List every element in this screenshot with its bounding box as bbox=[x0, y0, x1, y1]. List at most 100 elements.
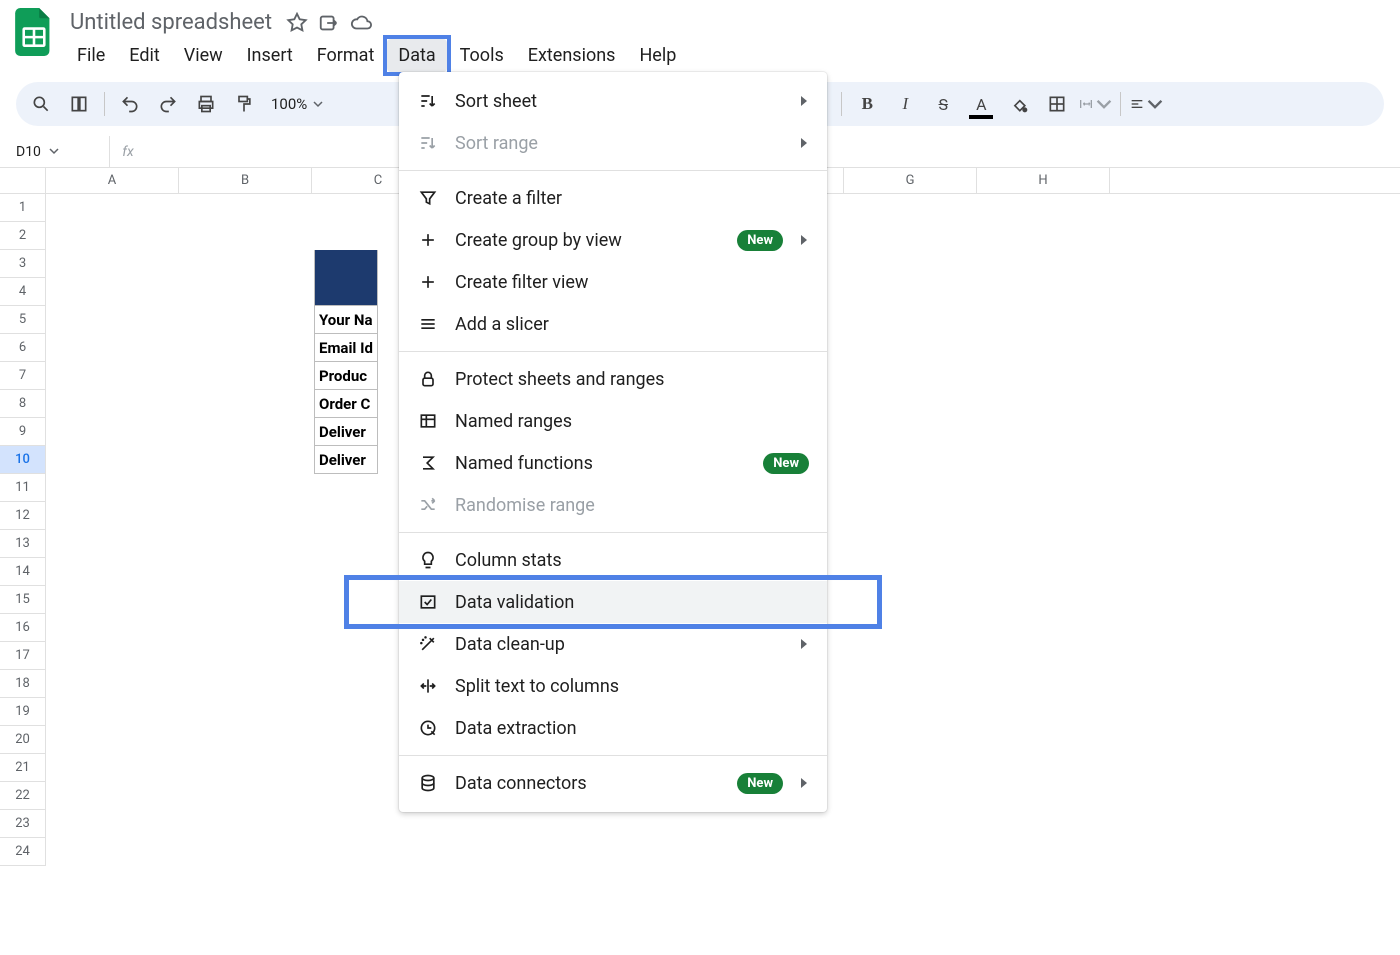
row-header-11[interactable]: 11 bbox=[0, 474, 46, 502]
undo-button[interactable] bbox=[113, 88, 147, 120]
menu-item-data-validation[interactable]: Data validation bbox=[399, 581, 827, 623]
italic-button[interactable]: I bbox=[888, 88, 922, 120]
star-icon[interactable] bbox=[286, 12, 308, 34]
menu-item-data-extraction[interactable]: Data extraction bbox=[399, 707, 827, 749]
embedded-table: Your NaEmail IdProducOrder CDeliverDeliv… bbox=[314, 250, 378, 474]
menu-item-label: Create filter view bbox=[455, 272, 809, 293]
row-headers[interactable]: 123456789101112131415161718192021222324 bbox=[0, 194, 46, 866]
extract-icon bbox=[417, 717, 439, 739]
horizontal-align-button[interactable] bbox=[1129, 88, 1163, 120]
table-row: Deliver bbox=[315, 417, 377, 445]
menu-view[interactable]: View bbox=[173, 39, 234, 72]
menu-item-label: Sort range bbox=[455, 133, 783, 154]
menu-item-create-group-by-view[interactable]: Create group by viewNew bbox=[399, 219, 827, 261]
row-header-5[interactable]: 5 bbox=[0, 306, 46, 334]
menu-item-add-a-slicer[interactable]: Add a slicer bbox=[399, 303, 827, 345]
table-row: Order C bbox=[315, 389, 377, 417]
menus-icon[interactable] bbox=[62, 88, 96, 120]
doc-title[interactable]: Untitled spreadsheet bbox=[66, 8, 276, 37]
row-header-22[interactable]: 22 bbox=[0, 782, 46, 810]
row-header-21[interactable]: 21 bbox=[0, 754, 46, 782]
row-header-14[interactable]: 14 bbox=[0, 558, 46, 586]
name-box[interactable]: D10 bbox=[0, 136, 110, 167]
table-row: Email Id bbox=[315, 333, 377, 361]
paint-format-button[interactable] bbox=[227, 88, 261, 120]
row-header-3[interactable]: 3 bbox=[0, 250, 46, 278]
menu-item-data-clean-up[interactable]: Data clean-up bbox=[399, 623, 827, 665]
row-header-10[interactable]: 10 bbox=[0, 446, 46, 474]
lock-icon bbox=[417, 368, 439, 390]
menu-item-data-connectors[interactable]: Data connectors New bbox=[399, 762, 827, 804]
menu-item-label: Split text to columns bbox=[455, 676, 809, 697]
row-header-15[interactable]: 15 bbox=[0, 586, 46, 614]
search-icon[interactable] bbox=[24, 88, 58, 120]
menu-item-label: Randomise range bbox=[455, 495, 809, 516]
menu-item-label: Data connectors bbox=[455, 773, 721, 794]
cloud-status-icon[interactable] bbox=[350, 12, 372, 34]
col-header-H[interactable]: H bbox=[977, 168, 1110, 193]
named-ranges-icon bbox=[417, 410, 439, 432]
col-header-B[interactable]: B bbox=[179, 168, 312, 193]
menu-file[interactable]: File bbox=[66, 39, 116, 72]
menu-item-named-functions[interactable]: Named functionsNew bbox=[399, 442, 827, 484]
row-header-8[interactable]: 8 bbox=[0, 390, 46, 418]
menubar: FileEditViewInsertFormatDataToolsExtensi… bbox=[66, 39, 1386, 72]
slicer-icon bbox=[417, 313, 439, 335]
cleanup-icon bbox=[417, 633, 439, 655]
row-header-2[interactable]: 2 bbox=[0, 222, 46, 250]
menu-item-named-ranges[interactable]: Named ranges bbox=[399, 400, 827, 442]
merge-cells-button[interactable] bbox=[1078, 88, 1112, 120]
db-icon bbox=[417, 772, 439, 794]
zoom-select[interactable]: 100% bbox=[265, 95, 329, 113]
menu-extensions[interactable]: Extensions bbox=[517, 39, 627, 72]
menu-data[interactable]: Data bbox=[387, 39, 446, 72]
menu-item-protect-sheets-and-ranges[interactable]: Protect sheets and ranges bbox=[399, 358, 827, 400]
menu-tools[interactable]: Tools bbox=[449, 39, 515, 72]
menu-insert[interactable]: Insert bbox=[236, 39, 304, 72]
sort-sheet-icon bbox=[417, 90, 439, 112]
row-header-7[interactable]: 7 bbox=[0, 362, 46, 390]
bold-button[interactable]: B bbox=[850, 88, 884, 120]
menu-item-label: Sort sheet bbox=[455, 91, 783, 112]
menu-item-column-stats[interactable]: Column stats bbox=[399, 539, 827, 581]
row-header-12[interactable]: 12 bbox=[0, 502, 46, 530]
row-header-23[interactable]: 23 bbox=[0, 810, 46, 838]
borders-button[interactable] bbox=[1040, 88, 1074, 120]
menu-format[interactable]: Format bbox=[306, 39, 386, 72]
menu-item-split-text-to-columns[interactable]: Split text to columns bbox=[399, 665, 827, 707]
strikethrough-button[interactable]: S bbox=[926, 88, 960, 120]
row-header-20[interactable]: 20 bbox=[0, 726, 46, 754]
menu-item-label: Data validation bbox=[455, 592, 809, 613]
menu-item-sort-sheet[interactable]: Sort sheet bbox=[399, 80, 827, 122]
row-header-19[interactable]: 19 bbox=[0, 698, 46, 726]
text-color-button[interactable]: A bbox=[964, 88, 998, 120]
row-header-9[interactable]: 9 bbox=[0, 418, 46, 446]
menu-item-create-filter-view[interactable]: Create filter view bbox=[399, 261, 827, 303]
menu-item-label: Named ranges bbox=[455, 411, 809, 432]
menu-edit[interactable]: Edit bbox=[118, 39, 170, 72]
col-header-G[interactable]: G bbox=[844, 168, 977, 193]
row-header-16[interactable]: 16 bbox=[0, 614, 46, 642]
new-badge: New bbox=[763, 453, 809, 474]
row-header-24[interactable]: 24 bbox=[0, 838, 46, 866]
redo-button[interactable] bbox=[151, 88, 185, 120]
row-header-4[interactable]: 4 bbox=[0, 278, 46, 306]
row-header-1[interactable]: 1 bbox=[0, 194, 46, 222]
row-header-18[interactable]: 18 bbox=[0, 670, 46, 698]
move-icon[interactable] bbox=[318, 12, 340, 34]
new-badge: New bbox=[737, 773, 783, 794]
sheets-logo[interactable] bbox=[14, 8, 54, 56]
row-header-6[interactable]: 6 bbox=[0, 334, 46, 362]
row-header-13[interactable]: 13 bbox=[0, 530, 46, 558]
shuffle-icon bbox=[417, 494, 439, 516]
menu-item-create-a-filter[interactable]: Create a filter bbox=[399, 177, 827, 219]
col-header-A[interactable]: A bbox=[46, 168, 179, 193]
plus-icon bbox=[417, 229, 439, 251]
print-button[interactable] bbox=[189, 88, 223, 120]
menu-help[interactable]: Help bbox=[628, 39, 687, 72]
table-row: Produc bbox=[315, 361, 377, 389]
select-all-corner[interactable] bbox=[0, 168, 46, 193]
fill-color-button[interactable] bbox=[1002, 88, 1036, 120]
filter-icon bbox=[417, 187, 439, 209]
row-header-17[interactable]: 17 bbox=[0, 642, 46, 670]
